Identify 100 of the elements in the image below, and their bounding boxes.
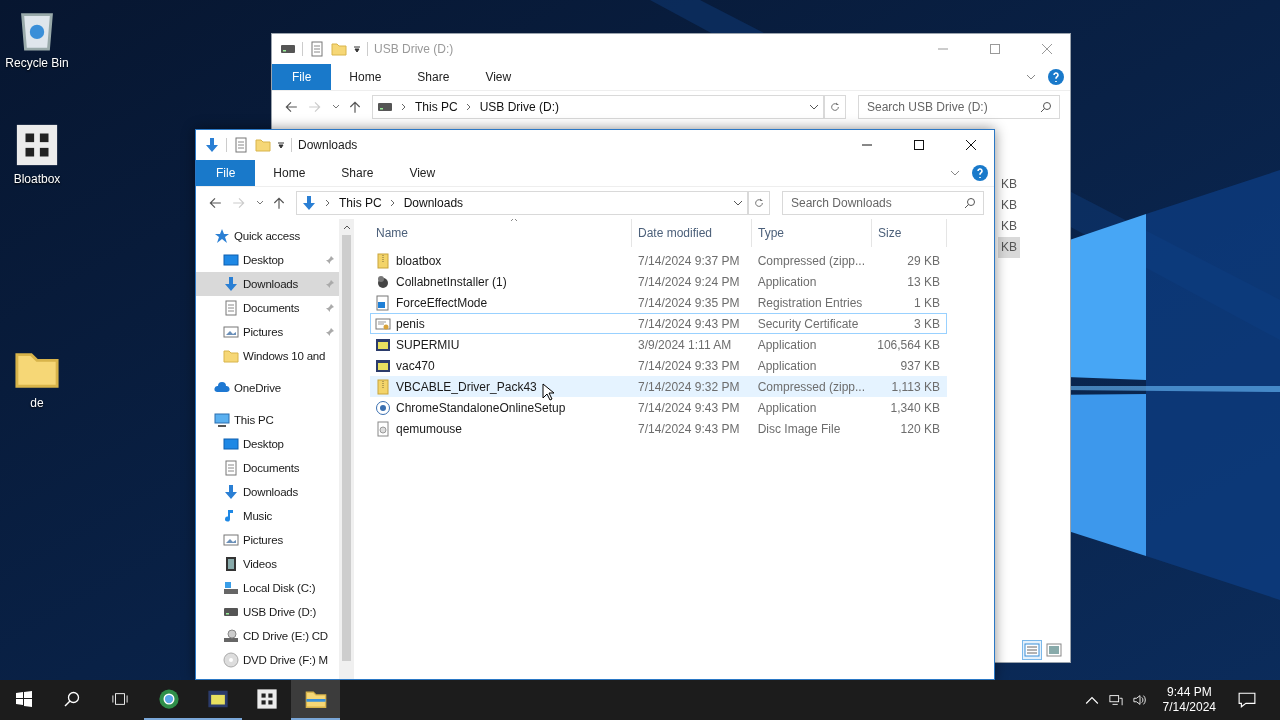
ribbon-tab[interactable]: File (272, 64, 332, 90)
clock[interactable]: 9:44 PM 7/14/2024 (1162, 685, 1216, 715)
table-cell-text: 1,113 KB (890, 379, 941, 394)
disc-image-icon (375, 420, 391, 437)
nav-item[interactable]: USB Drive (D:) (196, 600, 339, 624)
table-cell-text: Application (756, 337, 818, 352)
volume-icon[interactable] (1132, 693, 1147, 707)
file-row[interactable]: vac470 7/14/2024 9:33 PM Application 937 KB (370, 355, 947, 376)
scrollbar[interactable] (339, 219, 354, 679)
desktop-icon-label[interactable]: Recycle Bin (5, 56, 69, 70)
nav-item[interactable]: DVD Drive (F:) M (196, 648, 339, 672)
nav-item[interactable]: Local Disk (C:) (196, 576, 339, 600)
breadcrumb[interactable]: This PC (415, 100, 458, 114)
computer-icon (214, 412, 230, 428)
table-cell-text: KB (1000, 176, 1018, 193)
column-header[interactable]: Type (752, 219, 872, 247)
back-arrow-icon[interactable] (284, 100, 298, 114)
nav-item[interactable]: Desktop (196, 432, 339, 456)
download-arrow-icon (223, 484, 239, 500)
table-cell: KB (998, 237, 1020, 258)
file-row[interactable]: SUPERMIU 3/9/2024 1:11 AM Application 106,564 KB (370, 334, 947, 355)
file-row[interactable]: bloatbox 7/14/2024 9:37 PM Compressed (zipp... 29 KB (370, 250, 947, 271)
chevron-down-icon[interactable] (256, 200, 264, 206)
up-arrow-icon[interactable] (272, 196, 286, 210)
ribbon-tab[interactable]: View (467, 64, 530, 90)
nav-item[interactable]: Downloads (196, 480, 339, 504)
hard-drive-icon (223, 580, 239, 596)
address-bar[interactable]: This PC USB Drive (D:) (372, 95, 824, 119)
ribbon-tab[interactable]: View (391, 160, 454, 186)
folder-icon (304, 688, 327, 710)
file-row[interactable]: ChromeStandaloneOnlineSetup 7/14/2024 9:43 PM Application 1,340 KB (370, 397, 947, 418)
nav-item[interactable]: Desktop (196, 248, 339, 272)
breadcrumb[interactable]: USB Drive (D:) (479, 100, 560, 114)
search-field[interactable]: Search Downloads (782, 191, 984, 215)
ribbon-tab[interactable]: Home (255, 160, 324, 186)
caret-icon[interactable] (353, 45, 361, 53)
nav-item[interactable]: This PC (196, 408, 339, 432)
nav-item[interactable]: Music (196, 504, 339, 528)
maximize-icon (990, 44, 1000, 54)
nav-item[interactable]: Pictures (196, 320, 339, 344)
ribbon-tab[interactable]: File (196, 160, 256, 186)
network-icon[interactable] (1108, 693, 1123, 707)
desktop-icon-label[interactable]: Bloatbox (13, 172, 61, 186)
chevron-down-icon[interactable] (733, 200, 743, 206)
search-field[interactable]: Search USB Drive (D:) (858, 95, 1060, 119)
chevron-right-icon (401, 103, 407, 111)
help-icon[interactable] (972, 165, 988, 181)
taskbar-app-button[interactable] (291, 680, 340, 720)
file-row[interactable]: penis 7/14/2024 9:43 PM Security Certificate 3 KB (370, 313, 947, 334)
table-cell-text: KB (1000, 197, 1018, 214)
nav-item[interactable]: Documents (196, 296, 339, 320)
back-arrow-icon[interactable] (208, 196, 222, 210)
table-cell-text: KB (1000, 218, 1018, 235)
table-cell-text: Security Certificate (756, 316, 860, 331)
file-row[interactable]: ForceEffectMode 7/14/2024 9:35 PM Registration Entries 1 KB (370, 292, 947, 313)
nav-item[interactable]: Documents (196, 456, 339, 480)
chevron-down-icon[interactable] (332, 104, 340, 110)
nav-item[interactable]: Quick access (196, 224, 339, 248)
zip-folder-icon (375, 252, 391, 269)
desktop-icon-label[interactable]: de (30, 396, 44, 410)
caret-icon[interactable] (277, 141, 285, 149)
table-cell-text: 7/14/2024 9:37 PM (637, 253, 741, 268)
star-icon (214, 228, 230, 244)
ribbon-tab[interactable]: Share (399, 64, 468, 90)
file-row[interactable]: VBCABLE_Driver_Pack43 7/14/2024 9:32 PM Compressed (zipp... 1,113 KB (370, 376, 947, 397)
chevron-down-icon[interactable] (809, 104, 819, 110)
breadcrumb[interactable]: This PC (339, 196, 382, 210)
application-icon (375, 357, 391, 374)
table-cell-text: 1 KB (912, 295, 941, 310)
up-arrow-icon[interactable] (348, 100, 362, 114)
file-row[interactable]: qemumouse 7/14/2024 9:43 PM Disc Image File 120 KB (370, 418, 947, 439)
file-row[interactable]: CollabnetInstaller (1) 7/14/2024 9:24 PM Application 13 KB (370, 271, 947, 292)
column-header[interactable]: Size (872, 219, 947, 247)
desktop-icon (223, 252, 239, 268)
refresh-icon (830, 102, 840, 112)
mouse-cursor-icon (542, 383, 554, 401)
table-cell-text: 3 KB (912, 316, 941, 331)
notification-icon[interactable] (1238, 691, 1256, 709)
table-cell-text: 13 KB (906, 274, 941, 289)
nav-item[interactable]: Downloads (196, 272, 339, 296)
chevron-down-icon[interactable] (1026, 74, 1036, 80)
app-grid-icon[interactable] (14, 122, 60, 168)
column-header[interactable]: Name (370, 219, 632, 247)
ribbon-tab[interactable]: Share (323, 160, 392, 186)
download-arrow-icon (301, 195, 317, 211)
nav-item[interactable]: Pictures (196, 528, 339, 552)
nav-item[interactable]: CD Drive (E:) CD (196, 624, 339, 648)
window-title: USB Drive (D:) (374, 42, 454, 56)
chevron-down-icon[interactable] (950, 170, 960, 176)
breadcrumb[interactable]: Downloads (403, 196, 464, 210)
nav-item[interactable]: Windows 10 and (196, 344, 339, 368)
column-header[interactable]: Date modified (632, 219, 752, 247)
address-bar[interactable]: This PC Downloads (296, 191, 748, 215)
nav-item[interactable]: Videos (196, 552, 339, 576)
chevron-right-icon (465, 103, 472, 111)
help-icon[interactable] (1048, 69, 1064, 85)
ribbon-tab[interactable]: Home (331, 64, 400, 90)
close-icon (966, 140, 976, 150)
nav-item[interactable]: OneDrive (196, 376, 339, 400)
download-arrow-icon[interactable] (204, 137, 220, 153)
